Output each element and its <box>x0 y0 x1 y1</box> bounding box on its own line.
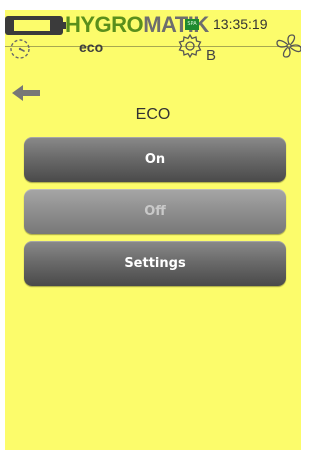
battery-icon <box>5 16 66 35</box>
top-bar: HYGROMATIK SPA 13:35:19 eco B <box>5 10 301 64</box>
settings-suffix: B <box>206 47 217 64</box>
back-arrow-icon[interactable] <box>12 85 40 101</box>
brand-logo-part1: HYGRO <box>65 12 144 37</box>
page-title: ECO <box>135 106 171 123</box>
top-bar-divider <box>5 46 301 47</box>
clock: 13:35:19 <box>213 16 268 32</box>
timer-icon[interactable] <box>8 37 32 61</box>
fan-icon[interactable] <box>276 33 301 59</box>
on-button[interactable]: On <box>24 137 286 182</box>
settings-button[interactable]: Settings <box>24 241 286 286</box>
gear-icon[interactable] <box>177 33 203 59</box>
device-screen: HYGROMATIK SPA 13:35:19 eco B ECO On Off… <box>5 10 301 450</box>
spa-badge: SPA <box>185 19 199 30</box>
mode-tab-eco[interactable]: eco <box>79 39 103 55</box>
off-button[interactable]: Off <box>24 189 286 234</box>
